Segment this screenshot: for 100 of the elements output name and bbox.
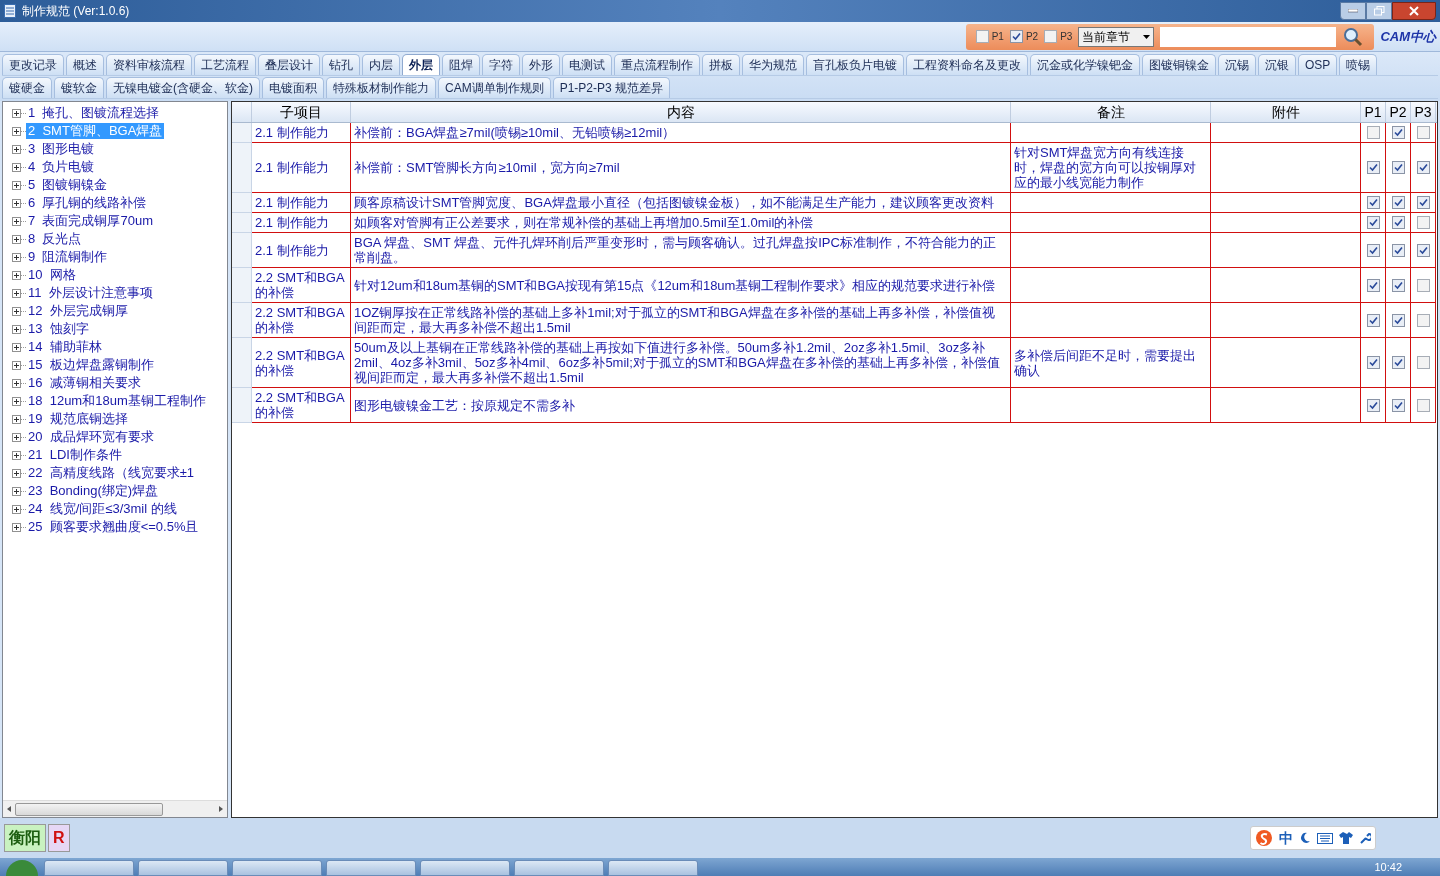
expand-icon[interactable]	[12, 180, 21, 190]
tab[interactable]: 盲孔板负片电镀	[806, 54, 904, 75]
column-header[interactable]: P2	[1386, 102, 1411, 122]
tab[interactable]: 图镀铜镍金	[1142, 54, 1216, 75]
tab[interactable]: 电镀面积	[262, 77, 324, 98]
tree-item[interactable]: 18 12um和18um基铜工程制作	[26, 393, 208, 409]
tab[interactable]: 字符	[482, 54, 520, 75]
tab[interactable]: 钻孔	[322, 54, 360, 75]
tab[interactable]: 无镍电镀金(含硬金、软金)	[106, 77, 260, 98]
tab[interactable]: 镀软金	[54, 77, 104, 98]
expand-icon[interactable]	[12, 342, 21, 352]
expand-icon[interactable]	[12, 306, 21, 316]
expand-icon[interactable]	[12, 162, 21, 172]
expand-icon[interactable]	[12, 198, 21, 208]
tree-item[interactable]: 15 板边焊盘露铜制作	[26, 357, 156, 373]
horizontal-scrollbar[interactable]	[3, 800, 227, 817]
column-header[interactable]: 备注	[1011, 102, 1211, 122]
expand-icon[interactable]	[12, 144, 21, 154]
expand-icon[interactable]	[12, 468, 21, 478]
column-header[interactable]: 附件	[1211, 102, 1361, 122]
taskbar-button[interactable]	[44, 860, 134, 876]
checkbox[interactable]	[1416, 313, 1430, 327]
moon-icon[interactable]	[1299, 832, 1311, 844]
checkbox[interactable]	[1416, 243, 1430, 257]
tab[interactable]: 重点流程制作	[614, 54, 700, 75]
checkbox[interactable]	[1366, 216, 1380, 229]
tab[interactable]: 沉金或化学镍钯金	[1030, 54, 1140, 75]
expand-icon[interactable]	[12, 522, 21, 532]
region-button[interactable]: R	[48, 824, 70, 852]
checkbox[interactable]	[1366, 313, 1380, 327]
expand-icon[interactable]	[12, 126, 21, 136]
checkbox[interactable]	[1044, 30, 1058, 43]
checkbox[interactable]	[1391, 243, 1405, 257]
checkbox[interactable]	[1416, 398, 1430, 412]
column-header[interactable]: P3	[1411, 102, 1436, 122]
expand-icon[interactable]	[12, 432, 21, 442]
checkbox[interactable]	[1391, 278, 1405, 292]
checkbox[interactable]	[1366, 243, 1380, 257]
expand-icon[interactable]	[12, 378, 21, 388]
checkbox[interactable]	[1366, 161, 1380, 174]
taskbar-button[interactable]	[138, 860, 228, 876]
close-button[interactable]	[1392, 2, 1436, 20]
checkbox[interactable]	[1391, 356, 1405, 369]
tab[interactable]: 更改记录	[2, 54, 64, 75]
tree-item[interactable]: 25 顾客要求翘曲度<=0.5%且	[26, 519, 201, 535]
tree-item[interactable]: 4 负片电镀	[26, 159, 97, 175]
taskbar-button[interactable]	[232, 860, 322, 876]
keyboard-icon[interactable]	[1317, 832, 1333, 844]
tab[interactable]: 工程资料命名及更改	[906, 54, 1028, 75]
tree-item[interactable]: 21 LDI制作条件	[26, 447, 124, 463]
scope-dropdown[interactable]: 当前章节	[1078, 26, 1155, 47]
tree-item[interactable]: 23 Bonding(绑定)焊盘	[26, 483, 161, 499]
checkbox[interactable]	[1391, 398, 1405, 412]
checkbox[interactable]	[1391, 313, 1405, 327]
taskbar-button[interactable]	[608, 860, 698, 876]
checkbox[interactable]	[1366, 398, 1380, 412]
tab[interactable]: 喷锡	[1339, 54, 1378, 75]
tree-item[interactable]: 24 线宽/间距≤3/3mil 的线	[26, 501, 179, 517]
tree-item[interactable]: 22 高精度线路（线宽要求±1	[26, 465, 197, 481]
tab[interactable]: 内层	[362, 54, 400, 75]
tab[interactable]: 特殊板材制作能力	[326, 77, 436, 98]
tab[interactable]: 沉银	[1258, 54, 1296, 75]
checkbox[interactable]	[1391, 161, 1405, 174]
checkbox[interactable]	[1416, 161, 1430, 174]
tree-item[interactable]: 13 蚀刻字	[26, 321, 91, 337]
tab[interactable]: P1-P2-P3 规范差异	[552, 77, 671, 98]
tree-item[interactable]: 20 成品焊环宽有要求	[26, 429, 156, 445]
checkbox[interactable]	[975, 30, 989, 43]
tree-item[interactable]: 6 厚孔铜的线路补偿	[26, 195, 149, 211]
checkbox[interactable]	[1416, 278, 1430, 292]
tab[interactable]: 拼板	[702, 54, 740, 75]
expand-icon[interactable]	[12, 414, 21, 424]
ime-mode[interactable]: 中	[1279, 827, 1293, 849]
tree-item[interactable]: 8 反光点	[26, 231, 84, 247]
search-button[interactable]	[1342, 25, 1365, 48]
expand-icon[interactable]	[12, 486, 21, 496]
expand-icon[interactable]	[12, 288, 21, 298]
tab[interactable]: 华为规范	[742, 54, 804, 75]
tab[interactable]: 阻焊	[442, 54, 480, 75]
expand-icon[interactable]	[12, 450, 21, 460]
checkbox[interactable]	[1391, 196, 1405, 209]
tree-item[interactable]: 5 图镀铜镍金	[26, 177, 110, 193]
taskbar-button[interactable]	[326, 860, 416, 876]
tree-item[interactable]: 9 阻流铜制作	[26, 249, 110, 265]
expand-icon[interactable]	[12, 396, 21, 406]
tree-item[interactable]: 12 外层完成铜厚	[26, 303, 130, 319]
tree-item[interactable]: 7 表面完成铜厚70um	[26, 213, 155, 229]
tab[interactable]: 镀硬金	[2, 77, 52, 98]
checkbox[interactable]	[1366, 196, 1380, 209]
column-header[interactable]: P1	[1361, 102, 1386, 122]
wrench-icon[interactable]	[1359, 832, 1371, 844]
maximize-button[interactable]	[1366, 2, 1392, 20]
tree-item[interactable]: 11 外层设计注意事项	[26, 285, 155, 301]
tree-item[interactable]: 1 掩孔、图镀流程选择	[26, 105, 162, 121]
tree-item[interactable]: 3 图形电镀	[26, 141, 97, 157]
expand-icon[interactable]	[12, 108, 21, 118]
tab[interactable]: 叠层设计	[258, 54, 320, 75]
checkbox[interactable]	[1416, 196, 1430, 209]
expand-icon[interactable]	[12, 360, 21, 370]
expand-icon[interactable]	[12, 252, 21, 262]
